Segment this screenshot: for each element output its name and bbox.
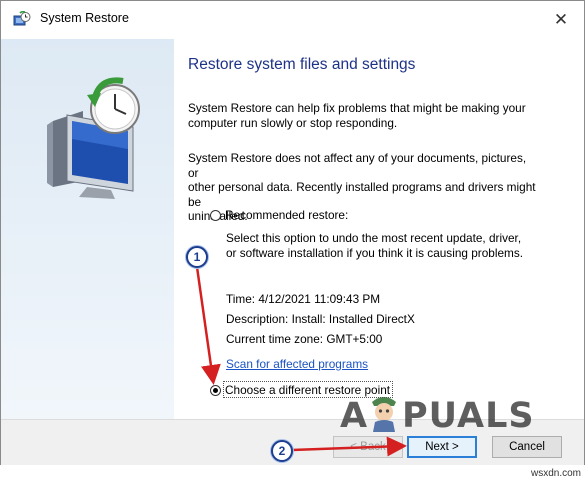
watermark-letter-a: A xyxy=(340,396,369,436)
current-time-zone: Current time zone: GMT+5:00 xyxy=(226,332,383,346)
next-button[interactable]: Next > xyxy=(407,436,477,458)
window-title: System Restore xyxy=(40,11,129,25)
restore-description: Description: Install: Installed DirectX xyxy=(226,312,415,326)
info-line-1: System Restore does not affect any of yo… xyxy=(188,151,527,180)
computer-clock-icon xyxy=(47,77,140,199)
intro-line-2: computer run slowly or stop responding. xyxy=(188,115,398,130)
back-button[interactable]: < Back xyxy=(333,436,403,458)
system-restore-icon xyxy=(13,11,31,26)
restore-time: Time: 4/12/2021 11:09:43 PM xyxy=(226,292,381,306)
site-watermark: wsxdn.com xyxy=(530,468,581,479)
intro-paragraph: System Restore can help fix problems tha… xyxy=(188,101,538,130)
recommended-restore-label[interactable]: Recommended restore: xyxy=(225,208,348,222)
intro-line-1: System Restore can help fix problems tha… xyxy=(188,101,526,115)
recommended-desc-line-1: Select this option to undo the most rece… xyxy=(226,231,522,245)
cancel-button[interactable]: Cancel xyxy=(492,436,562,458)
mascot-icon xyxy=(372,397,396,432)
side-panel xyxy=(1,39,174,419)
step-1-badge: 1 xyxy=(186,246,208,268)
close-icon[interactable]: ✕ xyxy=(550,9,572,31)
step-2-badge: 2 xyxy=(271,440,293,462)
scan-affected-programs-link[interactable]: Scan for affected programs xyxy=(226,357,368,372)
recommended-desc-line-2: or software installation if you think it… xyxy=(226,245,524,260)
watermark-letters-puals: PUALS xyxy=(402,396,535,436)
page-title: Restore system files and settings xyxy=(188,56,416,73)
title-bar: System Restore ✕ xyxy=(1,1,584,39)
recommended-description: Select this option to undo the most rece… xyxy=(226,231,523,260)
different-restore-point-radio[interactable] xyxy=(210,385,221,396)
info-line-2: other personal data. Recently installed … xyxy=(188,180,536,209)
recommended-restore-radio[interactable] xyxy=(210,210,221,221)
